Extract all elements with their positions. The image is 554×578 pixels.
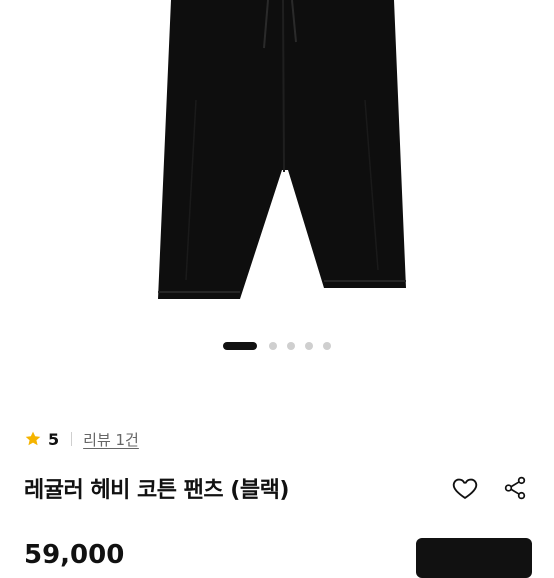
carousel-dot-active[interactable]: [223, 342, 257, 350]
title-row: 레귤러 헤비 코튼 팬츠 (블랙): [24, 470, 530, 506]
product-actions: [450, 473, 530, 503]
share-icon: [504, 476, 526, 500]
star-icon: [25, 431, 41, 446]
share-button[interactable]: [500, 473, 530, 503]
carousel-indicator: [0, 340, 554, 352]
carousel-dot[interactable]: [269, 342, 277, 350]
price: 59,000: [24, 540, 125, 570]
divider: [71, 432, 73, 446]
product-image[interactable]: [0, 0, 554, 318]
heart-icon: [452, 478, 478, 499]
carousel-dot[interactable]: [323, 342, 331, 350]
wishlist-button[interactable]: [450, 473, 480, 503]
rating-value: 5: [48, 429, 60, 449]
rating-row: 5 리뷰 1건: [24, 428, 139, 450]
review-count-link[interactable]: 리뷰 1건: [83, 429, 139, 450]
cta-button[interactable]: [416, 538, 532, 578]
product-title: 레귤러 헤비 코튼 팬츠 (블랙): [24, 478, 289, 503]
carousel-dot[interactable]: [305, 342, 313, 350]
carousel-dot[interactable]: [287, 342, 295, 350]
